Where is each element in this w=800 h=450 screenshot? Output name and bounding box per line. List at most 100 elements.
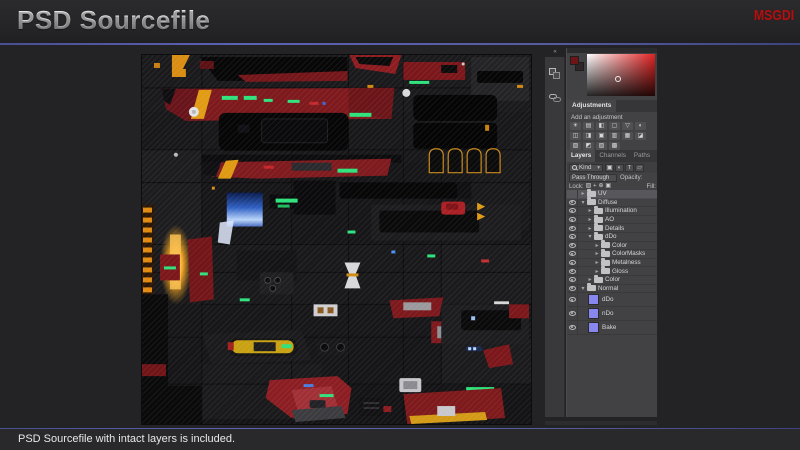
fill-label: Fill: bbox=[646, 182, 656, 190]
visibility-eye-icon[interactable] bbox=[567, 320, 578, 334]
layer-row-diffuse[interactable]: ▾ Diffuse bbox=[567, 197, 657, 208]
layer-row-uv[interactable]: ▸ UV bbox=[567, 188, 657, 199]
lock-row: Lock: ▨ + ⊕ ▣ Fill: bbox=[567, 182, 657, 190]
header-bar: PSD Sourcefile MSGDI bbox=[0, 0, 800, 43]
expand-group-icon[interactable]: ▸ bbox=[594, 250, 600, 257]
layer-row-ddo[interactable]: ▾ dDo bbox=[567, 231, 657, 242]
color-picker-cursor[interactable] bbox=[615, 76, 621, 82]
visibility-eye-icon[interactable] bbox=[567, 207, 578, 215]
blend-mode-dropdown[interactable]: Pass Through bbox=[569, 173, 617, 182]
folder-icon bbox=[601, 266, 610, 275]
visibility-eye-icon[interactable] bbox=[567, 215, 578, 224]
layer-thumbnail[interactable] bbox=[588, 321, 599, 333]
black-white-icon[interactable]: ◨ bbox=[583, 132, 594, 140]
adjustments-tabstrip: Adjustments bbox=[567, 100, 657, 112]
folder-icon bbox=[594, 214, 603, 223]
layer-row-color[interactable]: ▸ Color bbox=[567, 274, 657, 285]
tab-adjustments[interactable]: Adjustments bbox=[567, 100, 617, 112]
visibility-eye-icon[interactable] bbox=[567, 232, 578, 241]
lock-position-icon[interactable]: ⊕ bbox=[598, 182, 603, 190]
layer-thumbnail[interactable] bbox=[588, 307, 599, 319]
expand-group-icon[interactable]: ▸ bbox=[587, 225, 593, 232]
layer-row-bake[interactable]: Bake bbox=[567, 320, 657, 335]
texture-atlas-art bbox=[142, 55, 531, 424]
layer-row-metalness[interactable]: ▸ Metalness bbox=[567, 257, 657, 268]
layer-row-normal[interactable]: ▾ Normal bbox=[567, 283, 657, 294]
threshold-icon[interactable]: ◩ bbox=[583, 142, 594, 150]
adjustment-layer-filter-icon[interactable]: ◐ bbox=[615, 163, 624, 172]
expand-group-icon[interactable]: ▸ bbox=[587, 276, 593, 283]
vibrance-icon[interactable]: ▽ bbox=[622, 122, 633, 130]
invert-icon[interactable]: ◪ bbox=[635, 132, 646, 140]
color-balance-icon[interactable]: ◫ bbox=[570, 132, 581, 140]
swatches-panel-icon[interactable] bbox=[549, 68, 561, 80]
color-lookup-icon[interactable]: ▦ bbox=[622, 132, 633, 140]
type-layer-filter-icon[interactable]: T bbox=[625, 163, 634, 172]
layer-row-ao[interactable]: ▸ AO bbox=[567, 214, 657, 225]
collapse-panels-icon[interactable]: « bbox=[545, 48, 565, 57]
collapse-group-icon[interactable]: ▾ bbox=[580, 285, 586, 292]
tab-paths[interactable]: Paths bbox=[630, 150, 654, 162]
layer-name: UV bbox=[598, 190, 607, 198]
gradient-map-icon[interactable]: ▨ bbox=[596, 142, 607, 150]
posterize-icon[interactable]: ▧ bbox=[570, 142, 581, 150]
layer-thumbnail[interactable] bbox=[588, 294, 599, 306]
levels-icon[interactable]: ▤ bbox=[583, 122, 594, 130]
layer-row-colormasks[interactable]: ▸ ColorMasks bbox=[567, 248, 657, 259]
exposure-icon[interactable]: ▢ bbox=[609, 122, 620, 130]
visibility-toggle-empty[interactable] bbox=[567, 190, 578, 198]
folder-icon bbox=[587, 197, 596, 206]
visibility-eye-icon[interactable] bbox=[567, 293, 578, 306]
pixel-layer-filter-icon[interactable]: ▣ bbox=[605, 163, 614, 172]
folder-icon bbox=[594, 223, 603, 232]
layer-row-gloss[interactable]: ▸ Gloss bbox=[567, 266, 657, 276]
visibility-eye-icon[interactable] bbox=[567, 224, 578, 232]
visibility-eye-icon[interactable] bbox=[567, 267, 578, 275]
color-picker-field[interactable] bbox=[587, 54, 655, 96]
lock-paint-icon[interactable]: + bbox=[593, 182, 596, 190]
photo-filter-icon[interactable]: ▣ bbox=[596, 132, 607, 140]
lock-label: Lock: bbox=[569, 182, 584, 190]
kind-dropdown[interactable]: Kind ▾ bbox=[569, 163, 603, 172]
layer-name: AO bbox=[605, 216, 615, 224]
expand-group-icon[interactable]: ▸ bbox=[594, 259, 600, 266]
expand-group-icon[interactable]: ▸ bbox=[594, 242, 600, 249]
opacity-label: Opacity: bbox=[620, 174, 643, 181]
visibility-eye-icon[interactable] bbox=[567, 250, 578, 258]
shape-layer-filter-icon[interactable]: ▱ bbox=[635, 163, 644, 172]
folder-icon bbox=[601, 240, 610, 249]
slide: PSD Sourcefile MSGDI « Adjustments Add a… bbox=[0, 0, 800, 450]
layer-row-color[interactable]: ▸ Color bbox=[567, 240, 657, 251]
collapse-group-icon[interactable]: ▾ bbox=[587, 233, 593, 240]
visibility-eye-icon[interactable] bbox=[567, 284, 578, 293]
layer-row-details[interactable]: ▸ Details bbox=[567, 223, 657, 233]
channel-mixer-icon[interactable]: ▥ bbox=[609, 132, 620, 140]
expand-group-icon[interactable]: ▸ bbox=[587, 216, 593, 223]
expand-group-icon[interactable]: ▸ bbox=[594, 268, 600, 275]
footer-bar: PSD Sourcefile with intact layers is inc… bbox=[0, 429, 800, 450]
visibility-eye-icon[interactable] bbox=[567, 241, 578, 250]
brightness-contrast-icon[interactable]: ☀ bbox=[570, 122, 581, 130]
folder-icon bbox=[594, 205, 603, 214]
layer-name: Gloss bbox=[612, 267, 629, 275]
visibility-eye-icon[interactable] bbox=[567, 275, 578, 284]
layer-name: dDo bbox=[605, 233, 617, 241]
tab-layers[interactable]: Layers bbox=[567, 150, 596, 162]
visibility-eye-icon[interactable] bbox=[567, 258, 578, 267]
hue-saturation-icon[interactable]: ◐ bbox=[635, 122, 646, 130]
panel-top-strip bbox=[567, 48, 657, 53]
lock-all-icon[interactable]: ▣ bbox=[605, 182, 610, 190]
curves-icon[interactable]: ◧ bbox=[596, 122, 607, 130]
expand-group-icon[interactable]: ▸ bbox=[580, 190, 586, 197]
collapse-group-icon[interactable]: ▾ bbox=[580, 199, 586, 206]
libraries-panel-icon[interactable] bbox=[549, 92, 561, 104]
visibility-eye-icon[interactable] bbox=[567, 306, 578, 320]
layer-row-illumination[interactable]: ▸ Illumination bbox=[567, 205, 657, 216]
foreground-color-swatch[interactable] bbox=[570, 56, 579, 65]
selective-color-icon[interactable]: ▩ bbox=[609, 142, 620, 150]
visibility-eye-icon[interactable] bbox=[567, 198, 578, 207]
layer-row-ndo[interactable]: nDo bbox=[567, 306, 657, 321]
expand-group-icon[interactable]: ▸ bbox=[587, 207, 593, 214]
tab-channels[interactable]: Channels bbox=[595, 150, 630, 162]
layer-row-ddo[interactable]: dDo bbox=[567, 293, 657, 307]
